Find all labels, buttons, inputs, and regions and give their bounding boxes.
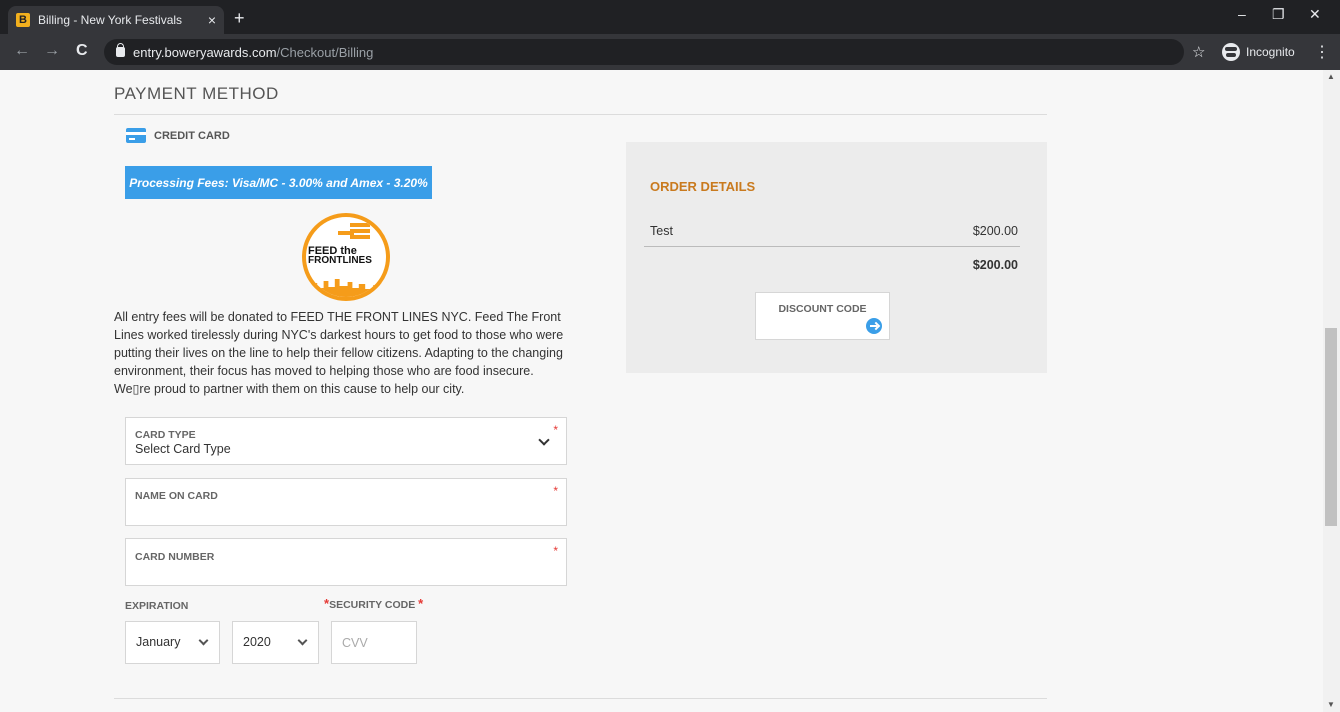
browser-tab-bar: B Billing - New York Festivals × + – ❐ ✕ bbox=[0, 0, 1340, 34]
forward-icon[interactable]: → bbox=[44, 42, 60, 60]
expiration-year-select[interactable]: 2020 bbox=[232, 621, 319, 664]
tab-close-icon[interactable]: × bbox=[208, 12, 216, 28]
url-path: /Checkout/Billing bbox=[276, 44, 374, 60]
fork-handle-graphic bbox=[338, 231, 354, 235]
month-value: January bbox=[136, 635, 181, 649]
url-field[interactable]: entry.boweryawards.com /Checkout/Billing bbox=[104, 39, 1184, 65]
incognito-icon bbox=[1222, 43, 1240, 61]
lock-icon bbox=[116, 43, 125, 57]
arrow-right-circle-icon bbox=[866, 318, 882, 334]
order-item-name: Test bbox=[650, 224, 673, 238]
order-total: $200.00 bbox=[972, 258, 1018, 272]
security-code-label: *SECURITY CODE * bbox=[324, 596, 424, 611]
discount-code-label: DISCOUNT CODE bbox=[778, 303, 867, 315]
tab-title: Billing - New York Festivals bbox=[38, 13, 183, 27]
card-number-field[interactable]: CARD NUMBER * bbox=[125, 538, 567, 586]
credit-card-method[interactable]: CREDIT CARD bbox=[126, 128, 230, 143]
browser-menu-icon[interactable]: ⋮ bbox=[1314, 42, 1330, 62]
name-on-card-field[interactable]: NAME ON CARD * bbox=[125, 478, 567, 526]
divider bbox=[114, 114, 1047, 115]
year-value: 2020 bbox=[243, 635, 271, 649]
order-divider bbox=[644, 246, 1020, 247]
required-marker: * bbox=[553, 423, 558, 437]
maximize-icon[interactable]: ❐ bbox=[1272, 6, 1285, 23]
incognito-label: Incognito bbox=[1246, 45, 1295, 59]
order-item-price: $200.00 bbox=[972, 224, 1018, 238]
city-skyline-graphic bbox=[306, 279, 386, 297]
processing-fees-banner: Processing Fees: Visa/MC - 3.00% and Ame… bbox=[125, 166, 432, 199]
card-type-label: CARD TYPE bbox=[135, 429, 196, 441]
cvv-input[interactable] bbox=[331, 621, 417, 664]
scrollbar-thumb[interactable] bbox=[1325, 328, 1337, 526]
incognito-indicator[interactable]: Incognito bbox=[1222, 40, 1295, 64]
url-host: entry.boweryawards.com bbox=[133, 44, 277, 60]
card-type-select[interactable]: CARD TYPE Select Card Type * bbox=[125, 417, 567, 465]
bookmark-star-icon[interactable]: ☆ bbox=[1192, 43, 1205, 61]
order-details-panel: ORDER DETAILS Test $200.00 $200.00 DISCO… bbox=[626, 142, 1047, 373]
logo-text-line2: FRONTLINES bbox=[308, 255, 372, 266]
window-close-icon[interactable]: ✕ bbox=[1309, 6, 1321, 23]
chevron-down-icon bbox=[297, 635, 308, 646]
feed-the-frontlines-logo: FEED the FRONTLINES bbox=[302, 213, 390, 301]
minimize-icon[interactable]: – bbox=[1238, 6, 1246, 22]
credit-card-icon bbox=[126, 128, 146, 143]
scroll-up-icon[interactable]: ▲ bbox=[1327, 72, 1335, 81]
address-bar: ← → C entry.boweryawards.com /Checkout/B… bbox=[0, 34, 1340, 70]
order-details-title: ORDER DETAILS bbox=[650, 179, 756, 194]
card-number-label: CARD NUMBER bbox=[135, 551, 215, 563]
reload-icon[interactable]: C bbox=[76, 42, 88, 60]
discount-code-button[interactable]: DISCOUNT CODE bbox=[755, 292, 890, 340]
expiration-month-select[interactable]: January bbox=[125, 621, 220, 664]
site-favicon-icon: B bbox=[16, 13, 30, 27]
chevron-down-icon bbox=[538, 434, 550, 446]
expiration-label: EXPIRATION bbox=[125, 600, 189, 612]
credit-card-label: CREDIT CARD bbox=[154, 129, 230, 142]
required-marker: * bbox=[553, 484, 558, 498]
scroll-down-icon[interactable]: ▼ bbox=[1327, 700, 1335, 709]
fork-graphic bbox=[350, 223, 370, 227]
browser-tab[interactable]: B Billing - New York Festivals × bbox=[8, 6, 224, 34]
new-tab-icon[interactable]: + bbox=[234, 8, 245, 29]
divider bbox=[114, 698, 1047, 699]
required-marker: * bbox=[553, 544, 558, 558]
donation-text: All entry fees will be donated to FEED T… bbox=[114, 310, 564, 396]
back-icon[interactable]: ← bbox=[14, 42, 30, 60]
chevron-down-icon bbox=[198, 635, 209, 646]
payment-method-title: PAYMENT METHOD bbox=[114, 84, 279, 103]
card-type-value: Select Card Type bbox=[135, 442, 231, 456]
name-on-card-label: NAME ON CARD bbox=[135, 490, 218, 502]
